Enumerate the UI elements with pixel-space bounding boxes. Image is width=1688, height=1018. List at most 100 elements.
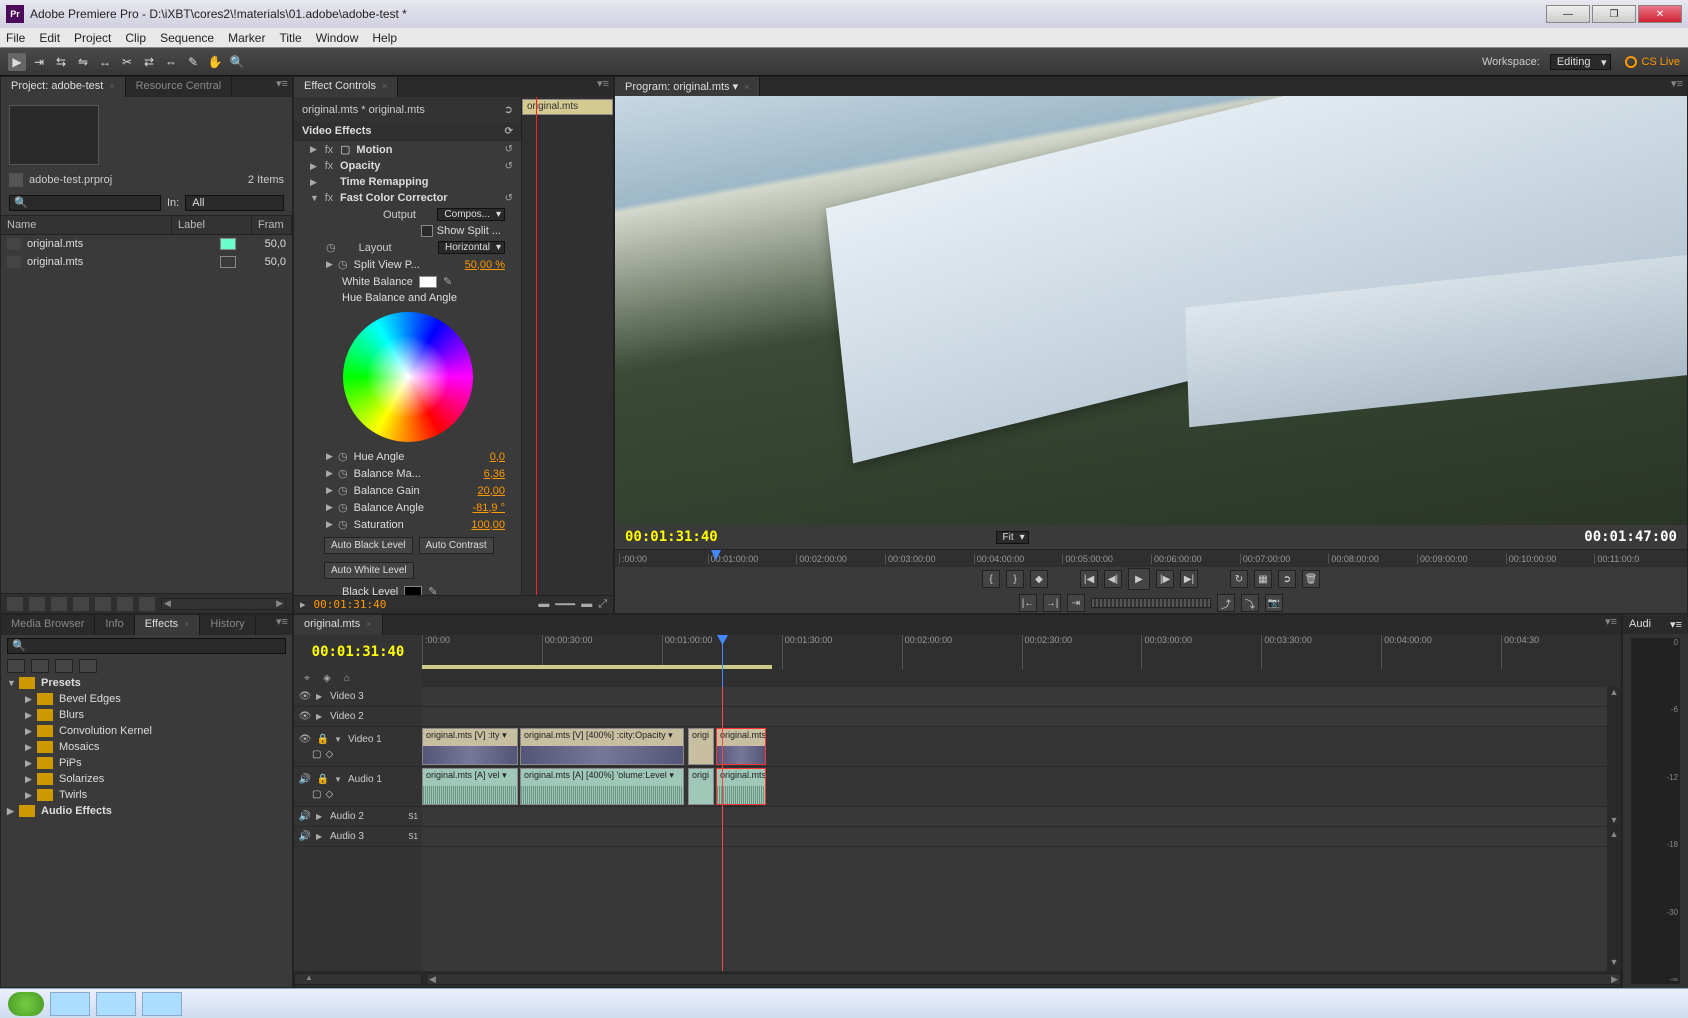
balance-gain-value[interactable]: 20,00 xyxy=(477,485,505,497)
color-wheel-handle[interactable] xyxy=(404,373,412,381)
play-button[interactable]: ▶ xyxy=(1128,568,1150,590)
menu-edit[interactable]: Edit xyxy=(39,31,60,45)
tab-resource-central[interactable]: Resource Central xyxy=(126,77,233,97)
preset-folder[interactable]: ▶Convolution Kernel xyxy=(1,723,292,739)
keyframe-toggle-icon[interactable]: ◷ xyxy=(338,484,348,497)
ec-pin-icon[interactable]: ➲ xyxy=(504,103,513,116)
tab-program[interactable]: Program: original.mts ▾× xyxy=(615,77,760,96)
slide-tool-icon[interactable]: ⇔ xyxy=(162,53,180,71)
label-swatch[interactable] xyxy=(220,238,236,250)
reset-icon[interactable]: ↺ xyxy=(505,193,513,204)
yuv-icon[interactable] xyxy=(79,659,97,673)
audio-effects-folder[interactable]: ▶Audio Effects xyxy=(1,803,292,819)
auto-white-level-button[interactable]: Auto White Level xyxy=(324,562,414,579)
audio1-track[interactable]: original.mts [A] vel ▾ original.mts [A] … xyxy=(422,767,1621,807)
tab-effect-controls[interactable]: Effect Controls× xyxy=(294,77,398,97)
saturation-value[interactable]: 100,00 xyxy=(471,519,505,531)
speaker-icon[interactable]: 🔊 xyxy=(298,774,312,785)
sequence-settings-icon[interactable]: ⌂ xyxy=(340,672,354,684)
menu-marker[interactable]: Marker xyxy=(228,31,265,45)
zoom-out-icon[interactable]: ▬ xyxy=(538,598,549,611)
panel-menu-icon[interactable]: ▾≡ xyxy=(593,77,613,97)
preset-folder[interactable]: ▶Twirls xyxy=(1,787,292,803)
keyframe-toggle-icon[interactable]: ◷ xyxy=(338,258,348,271)
preset-folder[interactable]: ▶Solarizes xyxy=(1,771,292,787)
snap-icon[interactable]: ⌖ xyxy=(300,672,314,684)
zoom-fit-dropdown[interactable]: Fit xyxy=(996,531,1029,544)
video3-track-header[interactable]: 👁▶Video 3 xyxy=(294,687,422,707)
close-button[interactable]: ✕ xyxy=(1638,5,1682,23)
menu-help[interactable]: Help xyxy=(372,31,397,45)
audio1-track-header[interactable]: 🔊🔒▼Audio 1 ▢◇ xyxy=(294,767,422,807)
rolling-edit-tool-icon[interactable]: ⇋ xyxy=(74,53,92,71)
lock-icon[interactable]: 🔒 xyxy=(316,774,330,785)
video3-track[interactable] xyxy=(422,687,1621,707)
track-mode-icon[interactable]: ▢ xyxy=(312,789,321,800)
pen-tool-icon[interactable]: ✎ xyxy=(184,53,202,71)
new-item-icon[interactable] xyxy=(117,597,133,611)
timeline-ruler[interactable]: :00:00 00:00:30:00 00:01:00:00 00:01:30:… xyxy=(422,635,1621,669)
step-back-button[interactable]: ◀| xyxy=(1104,570,1122,588)
slip-tool-icon[interactable]: ⇄ xyxy=(140,53,158,71)
project-item-row[interactable]: original.mts 50,0 xyxy=(1,235,292,253)
keyframe-toggle-icon[interactable]: ◷ xyxy=(326,241,336,254)
output-button[interactable]: ➲ xyxy=(1278,570,1296,588)
zoom-slider[interactable]: ━━━ xyxy=(555,598,575,611)
program-time-ruler[interactable]: :00:00 00:01:00:00 00:02:00:00 00:03:00:… xyxy=(615,549,1687,567)
ec-fast-color-corrector[interactable]: ▼fxFast Color Corrector↺ xyxy=(294,190,521,206)
go-to-in-button[interactable]: |◀ xyxy=(1080,570,1098,588)
tab-audio-meter[interactable]: Audi▾≡ xyxy=(1623,614,1688,634)
keyframe-toggle-icon[interactable]: ◷ xyxy=(338,501,348,514)
mark-out-button[interactable]: } xyxy=(1006,570,1024,588)
minimize-button[interactable]: — xyxy=(1546,5,1590,23)
auto-contrast-button[interactable]: Auto Contrast xyxy=(419,537,494,554)
taskbar-item[interactable] xyxy=(50,992,90,1016)
icon-view-icon[interactable] xyxy=(29,597,45,611)
ripple-edit-tool-icon[interactable]: ⇆ xyxy=(52,53,70,71)
rate-stretch-tool-icon[interactable]: ↔ xyxy=(96,53,114,71)
new-bin-icon[interactable] xyxy=(95,597,111,611)
extract-button[interactable]: ⤵ xyxy=(1241,594,1259,612)
audio3-track-header[interactable]: 🔊▶Audio 3S1 xyxy=(294,827,422,847)
timeline-audio-clip[interactable]: origi xyxy=(688,768,714,805)
panel-menu-icon[interactable]: ▾≡ xyxy=(1667,77,1687,96)
keyframe-mode-icon[interactable]: ◇ xyxy=(325,789,333,800)
timeline-clip[interactable]: original.mts [V] :ity ▾ xyxy=(422,728,518,765)
timeline-current-tc[interactable]: 00:01:31:40 xyxy=(294,635,422,669)
zoom-in-icon[interactable]: ▬ xyxy=(581,598,592,611)
menu-title[interactable]: Title xyxy=(279,31,301,45)
effects-search-input[interactable] xyxy=(7,638,286,654)
timeline-hscroll[interactable] xyxy=(426,973,1621,985)
col-name[interactable]: Name xyxy=(1,216,172,234)
panel-menu-icon[interactable]: ▾≡ xyxy=(272,77,292,97)
tab-info[interactable]: Info xyxy=(95,615,134,635)
tab-history[interactable]: History xyxy=(200,615,255,635)
split-view-value[interactable]: 50,00 % xyxy=(465,259,505,271)
project-item-row[interactable]: original.mts 50,0 xyxy=(1,253,292,271)
layout-dropdown[interactable]: Horizontal xyxy=(438,241,505,254)
panel-menu-icon[interactable]: ▾≡ xyxy=(272,615,292,635)
ec-current-tc[interactable]: 00:01:31:40 xyxy=(314,598,387,611)
timeline-zoom-slider[interactable] xyxy=(294,973,422,985)
go-to-out-button[interactable]: ▶| xyxy=(1180,570,1198,588)
ec-time-remapping[interactable]: ▶fxTime Remapping xyxy=(294,174,521,190)
razor-tool-icon[interactable]: ✂ xyxy=(118,53,136,71)
eyedropper-icon[interactable]: ✎ xyxy=(428,585,437,595)
find-icon[interactable] xyxy=(73,597,89,611)
marker-button[interactable]: ◆ xyxy=(1030,570,1048,588)
panel-menu-icon[interactable]: ▾≡ xyxy=(1601,615,1621,635)
preset-folder[interactable]: ▶Blurs xyxy=(1,707,292,723)
mark-in-button[interactable]: { xyxy=(982,570,1000,588)
keyframe-mode-icon[interactable]: ◇ xyxy=(325,749,333,760)
fx-icon[interactable]: fx xyxy=(322,160,336,172)
go-next-edit-button[interactable]: →| xyxy=(1043,594,1061,612)
keyframe-toggle-icon[interactable]: ◷ xyxy=(338,467,348,480)
marker-icon[interactable]: ◈ xyxy=(320,672,334,684)
hue-angle-value[interactable]: 0,0 xyxy=(490,451,505,463)
safe-margins-button[interactable]: ▦ xyxy=(1254,570,1272,588)
auto-black-level-button[interactable]: Auto Black Level xyxy=(324,537,413,554)
preset-folder[interactable]: ▶PiPs xyxy=(1,755,292,771)
project-hscroll[interactable] xyxy=(161,598,286,610)
step-forward-button[interactable]: |▶ xyxy=(1156,570,1174,588)
program-video-display[interactable] xyxy=(615,96,1687,525)
